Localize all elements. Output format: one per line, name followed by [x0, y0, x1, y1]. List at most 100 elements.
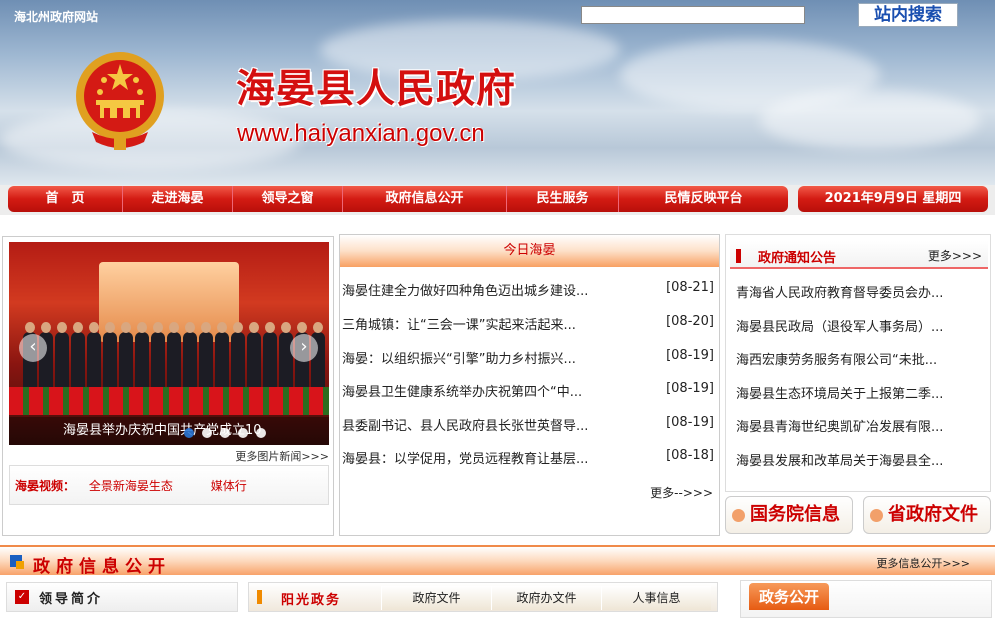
tab-gov-docs[interactable]: 政府文件: [381, 586, 491, 610]
news-date: [08-19]: [666, 381, 714, 396]
photo-news-panel: 海晏县举办庆祝中国共产党成立10 ‹ › 更多图片新闻>>> 海晏视频： 全景新…: [2, 236, 334, 536]
person-head: [249, 322, 259, 333]
list-item[interactable]: 海晏县青海世纪奥凯矿冶发展有限...: [736, 416, 986, 435]
person-head: [297, 322, 307, 333]
person-figure: [87, 322, 101, 392]
leader-title[interactable]: 领导简介: [39, 588, 103, 607]
video-bar: 海晏视频： 全景新海晏生态 媒体行: [9, 465, 329, 505]
list-item[interactable]: 县委副书记、县人民政府县长张世英督导... [08-19]: [340, 415, 719, 435]
circle-icon: [732, 509, 745, 522]
spacer: [0, 215, 995, 235]
flower-row: [9, 387, 329, 415]
person-head: [169, 322, 179, 333]
nav-item-about[interactable]: 走进海晏: [123, 186, 233, 212]
nav-item-home[interactable]: 首 页: [8, 186, 123, 212]
search-button[interactable]: 站内搜索: [858, 3, 958, 27]
search-input[interactable]: [581, 6, 805, 24]
leader-intro-panel: ✓ 领导简介: [6, 582, 238, 612]
circle-icon: [870, 509, 883, 522]
tab-personnel[interactable]: 人事信息: [601, 586, 711, 610]
slider-dot[interactable]: [256, 428, 266, 438]
video-link-ecology[interactable]: 全景新海晏生态: [89, 479, 173, 493]
notice-title: 政府通知公告: [758, 251, 837, 266]
section-more-link[interactable]: 更多信息公开>>>: [876, 555, 970, 571]
list-item[interactable]: 海西宏康劳务服务有限公司“未批...: [736, 349, 986, 368]
news-title[interactable]: 海晏县卫生健康系统举办庆祝第四个“中...: [342, 381, 627, 401]
slider-image[interactable]: 海晏县举办庆祝中国共产党成立10 ‹ ›: [9, 242, 329, 445]
person-head: [25, 322, 35, 333]
news-title[interactable]: 县委副书记、县人民政府县长张世英督导...: [342, 415, 627, 435]
person-head: [153, 322, 163, 333]
news-title[interactable]: 海晏住建全力做好四种角色迈出城乡建设...: [342, 280, 627, 300]
state-council-info-button[interactable]: 国务院信息: [725, 496, 853, 534]
site-url: www.haiyanxian.gov.cn: [237, 120, 485, 147]
slider-caption[interactable]: 海晏县举办庆祝中国共产党成立10: [9, 417, 329, 445]
list-item[interactable]: 海晏住建全力做好四种角色迈出城乡建设... [08-21]: [340, 280, 719, 300]
news-date: [08-20]: [666, 314, 714, 329]
list-item[interactable]: 海晏县民政局（退役军人事务局）...: [736, 316, 986, 335]
list-item[interactable]: 三角城镇：让“三会一课”实起来活起来... [08-20]: [340, 314, 719, 334]
person-head: [265, 322, 275, 333]
more-photo-news-link[interactable]: 更多图片新闻>>>: [3, 448, 329, 464]
site-top-link[interactable]: 海北州政府网站: [14, 8, 98, 25]
slider-dot[interactable]: [220, 428, 230, 438]
gov-affairs-panel: 政务公开: [740, 580, 992, 618]
news-title[interactable]: 海晏：以组织振兴“引擎”助力乡村振兴...: [342, 348, 627, 368]
sunshine-gov-panel: 阳光政务 政府文件 政府办文件 人事信息: [248, 582, 718, 612]
notice-header: 政府通知公告 更多>>>: [730, 241, 988, 269]
news-title[interactable]: 海晏县：以学促用，党员远程教育让基层...: [342, 448, 627, 468]
person-head: [137, 322, 147, 333]
person-figure: [55, 322, 69, 392]
person-figure: [183, 322, 197, 392]
news-date: [08-21]: [666, 280, 714, 295]
person-head: [73, 322, 83, 333]
person-figure: [71, 322, 85, 392]
person-head: [201, 322, 211, 333]
person-figure: [247, 322, 261, 392]
video-label: 海晏视频：: [15, 479, 76, 493]
main-nav: 首 页 走进海晏 领导之窗 政府信息公开 民生服务 民情反映平台: [8, 186, 788, 212]
today-more-link[interactable]: 更多-->>>: [650, 484, 713, 501]
person-head: [281, 322, 291, 333]
today-news-title: 今日海晏: [340, 235, 719, 267]
list-item[interactable]: 海晏县卫生健康系统举办庆祝第四个“中... [08-19]: [340, 381, 719, 401]
person-figure: [119, 322, 133, 392]
info-disclosure-section-bar: 政府信息公开 更多信息公开>>>: [0, 545, 995, 577]
sunshine-title: 阳光政务: [281, 593, 342, 608]
list-item[interactable]: 海晏县生态环境局关于上报第二季...: [736, 383, 986, 402]
slider-dot[interactable]: [184, 428, 194, 438]
person-head: [57, 322, 67, 333]
news-date: [08-19]: [666, 348, 714, 363]
list-item[interactable]: 海晏县：以学促用，党员远程教育让基层... [08-18]: [340, 448, 719, 468]
leader-icon: ✓: [15, 590, 29, 604]
slider-prev-button[interactable]: ‹: [19, 334, 47, 362]
video-link-media[interactable]: 媒体行: [211, 479, 247, 493]
nav-item-leaders[interactable]: 领导之窗: [233, 186, 343, 212]
list-item[interactable]: 青海省人民政府教育督导委员会办...: [736, 282, 986, 301]
nav-item-info-disclosure[interactable]: 政府信息公开: [343, 186, 507, 212]
person-head: [217, 322, 227, 333]
notice-mark-icon: [736, 249, 741, 263]
person-head: [41, 322, 51, 333]
nav-item-feedback[interactable]: 民情反映平台: [619, 186, 788, 212]
current-date: 2021年9月9日 星期四: [798, 186, 988, 212]
tab-office-docs[interactable]: 政府办文件: [491, 586, 601, 610]
nav-item-public-service[interactable]: 民生服务: [507, 186, 619, 212]
list-item[interactable]: 海晏：以组织振兴“引擎”助力乡村振兴... [08-19]: [340, 348, 719, 368]
slider-dot[interactable]: [202, 428, 212, 438]
list-item[interactable]: 海晏县发展和改革局关于海晏县全...: [736, 450, 986, 469]
today-news-panel: 今日海晏 海晏住建全力做好四种角色迈出城乡建设... [08-21] 三角城镇：让…: [339, 234, 720, 536]
national-emblem-icon: [76, 52, 164, 150]
page: 海北州政府网站 站内搜索 海晏县人民政府 www.haiyanxian.gov.…: [0, 0, 995, 618]
provincial-docs-button[interactable]: 省政府文件: [863, 496, 991, 534]
person-figure: [103, 322, 117, 392]
news-date: [08-18]: [666, 448, 714, 463]
person-figure: [199, 322, 213, 392]
slider-dot[interactable]: [238, 428, 248, 438]
notice-more-link[interactable]: 更多>>>: [928, 247, 982, 264]
section-square-icon: [16, 561, 24, 569]
notice-panel: 政府通知公告 更多>>> 青海省人民政府教育督导委员会办... 海晏县民政局（退…: [725, 234, 991, 492]
slider-next-button[interactable]: ›: [290, 334, 318, 362]
news-title[interactable]: 三角城镇：让“三会一课”实起来活起来...: [342, 314, 627, 334]
gov-affairs-title[interactable]: 政务公开: [749, 583, 830, 610]
